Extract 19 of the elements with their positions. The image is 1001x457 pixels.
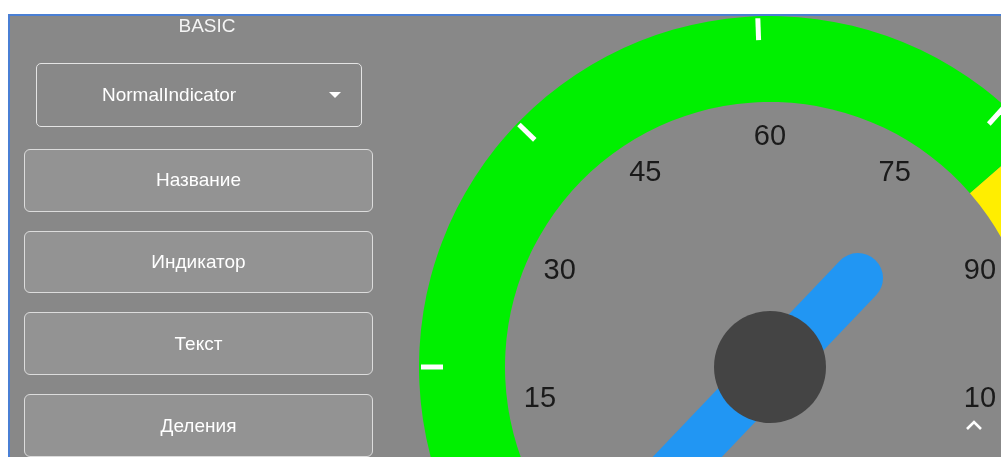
menu-button[interactable]: Текст — [24, 312, 373, 376]
scale-label: 45 — [629, 155, 662, 188]
menu-button[interactable]: Деления — [24, 394, 373, 457]
tick-mark — [755, 18, 762, 41]
section-heading: BASIC — [178, 16, 236, 36]
menu-button[interactable]: Название — [24, 148, 373, 212]
caret-icon — [329, 91, 341, 98]
tick-mark — [517, 122, 537, 142]
indicator-dropdown[interactable]: NormalIndicator — [36, 63, 362, 127]
menu-button[interactable]: Индикатор — [24, 230, 373, 294]
scale-label: 60 — [753, 119, 787, 151]
scale-label: 15 — [523, 381, 557, 414]
chevron-up-icon[interactable] — [965, 420, 983, 431]
scale-label: 10 — [963, 381, 997, 414]
tick-mark — [421, 364, 443, 370]
scale-label: 30 — [543, 252, 576, 285]
scale-label: 75 — [878, 155, 911, 188]
tick-mark — [986, 105, 1001, 126]
scale-label: 90 — [963, 252, 997, 285]
